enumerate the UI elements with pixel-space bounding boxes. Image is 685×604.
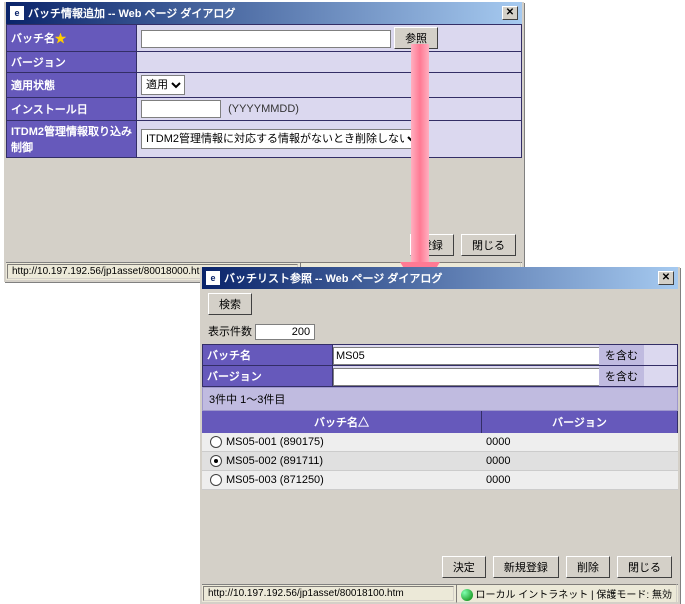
search-patch-name-input[interactable] [333,347,603,365]
button-row: 登録 閉じる [6,228,522,262]
label-itdm2: ITDM2管理情報取り込み制御 [7,121,137,158]
suffix-contains: を含む [599,366,644,386]
result-info: 3件中 1～3件目 [202,387,678,411]
window-title: バッチリスト参照 -- Web ページ ダイアログ [224,270,658,286]
delete-button[interactable]: 削除 [566,556,610,578]
patch-add-dialog: e バッチ情報追加 -- Web ページ ダイアログ ✕ バッチ名★ 参照 バー… [4,2,524,282]
count-label: 表示件数 [208,326,252,338]
decide-button[interactable]: 決定 [442,556,486,578]
form-table: バッチ名★ 参照 バージョン 適用状態 適用 イン [6,24,522,158]
table-row[interactable]: MS05-001 (890175) 0000 [202,433,678,452]
titlebar[interactable]: e バッチリスト参照 -- Web ページ ダイアログ ✕ [202,267,678,289]
table-row[interactable]: MS05-003 (871250) 0000 [202,471,678,490]
close-icon[interactable]: ✕ [502,6,518,20]
browse-button[interactable]: 参照 [394,27,438,49]
window-title: バッチ情報追加 -- Web ページ ダイアログ [28,5,502,21]
col-header-version[interactable]: バージョン [482,411,678,433]
label-patch-name: バッチ名 [203,345,333,366]
app-icon: e [10,6,24,20]
app-icon: e [206,271,220,285]
statusbar: http://10.197.192.56/jp1asset/80018100.h… [202,584,678,602]
row-version: 0000 [482,474,678,486]
label-patch-name: バッチ名★ [7,25,137,52]
titlebar[interactable]: e バッチ情報追加 -- Web ページ ダイアログ ✕ [6,2,522,24]
radio-icon[interactable] [210,436,222,448]
date-hint: (YYYYMMDD) [224,103,299,115]
label-install-date: インストール日 [7,98,137,121]
patch-name-input[interactable] [141,30,391,48]
row-version: 0000 [482,436,678,448]
result-list: MS05-001 (890175) 0000 MS05-002 (891711)… [202,433,678,490]
result-header: バッチ名△ バージョン [202,411,678,433]
radio-icon[interactable] [210,474,222,486]
patch-list-dialog: e バッチリスト参照 -- Web ページ ダイアログ ✕ 検索 表示件数 バッ… [200,267,680,604]
install-date-input[interactable] [141,100,221,118]
close-icon[interactable]: ✕ [658,271,674,285]
search-version-input[interactable] [333,368,603,386]
zone-icon [461,589,473,601]
label-version: バージョン [7,52,137,73]
search-form: バッチ名 を含む バージョン を含む [202,344,678,387]
col-header-patch[interactable]: バッチ名△ [202,411,482,433]
apply-state-select[interactable]: 適用 [141,75,185,95]
status-url: http://10.197.192.56/jp1asset/80018100.h… [203,586,454,601]
row-version: 0000 [482,455,678,467]
table-row[interactable]: MS05-002 (891711) 0000 [202,452,678,471]
close-button[interactable]: 閉じる [461,234,516,256]
status-zone: ローカル イントラネット | 保護モード: 無効 [456,584,678,603]
count-input[interactable] [255,324,315,340]
row-patch-name: MS05-001 (890175) [226,436,324,448]
label-version: バージョン [203,366,333,387]
label-apply-state: 適用状態 [7,73,137,98]
suffix-contains: を含む [599,345,644,365]
row-patch-name: MS05-002 (891711) [226,455,323,467]
button-row: 決定 新規登録 削除 閉じる [202,550,678,584]
new-register-button[interactable]: 新規登録 [493,556,559,578]
search-button[interactable]: 検索 [208,293,252,315]
itdm2-select[interactable]: ITDM2管理情報に対応する情報がないとき削除しない [141,129,421,149]
radio-icon[interactable] [210,455,222,467]
close-button[interactable]: 閉じる [617,556,672,578]
register-button[interactable]: 登録 [410,234,454,256]
row-patch-name: MS05-003 (871250) [226,474,324,486]
